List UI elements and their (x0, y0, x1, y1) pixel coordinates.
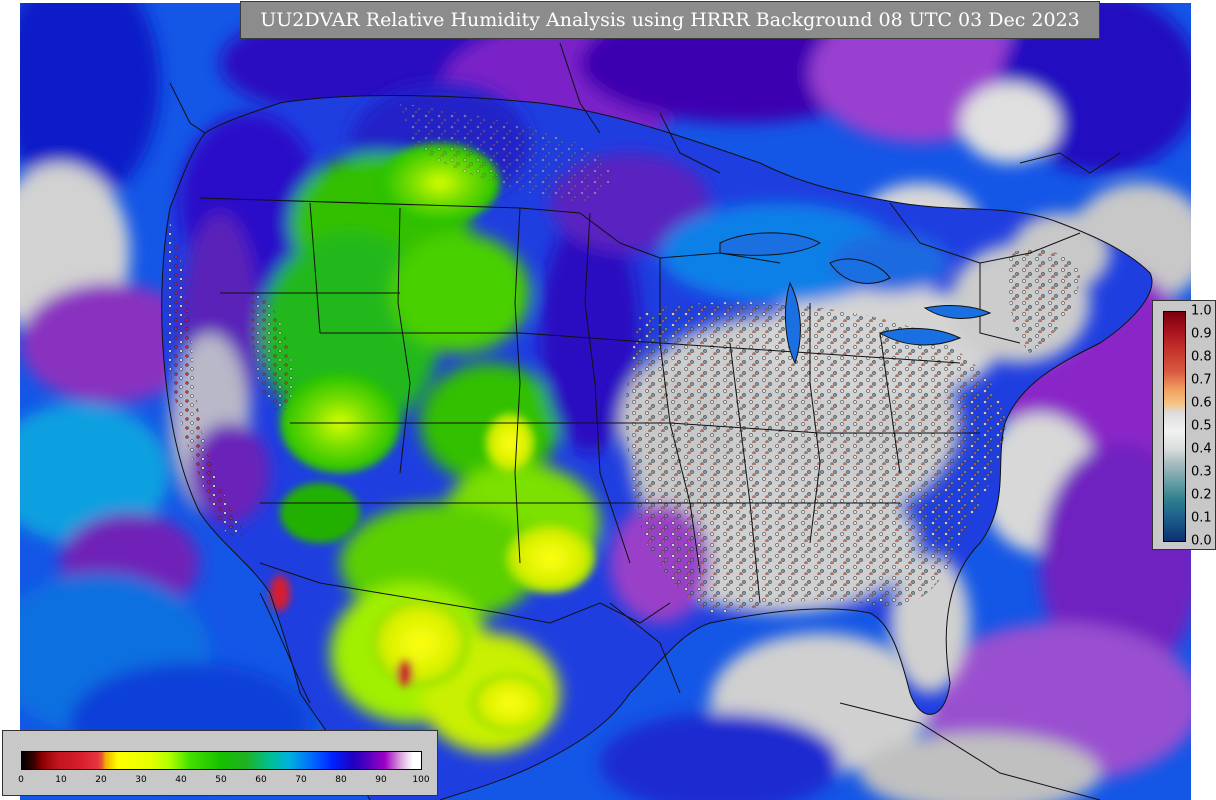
obs-tick-label: 0.8 (1191, 349, 1212, 365)
obs-tick-label: 0.4 (1191, 441, 1212, 457)
rh-tick-label: 70 (295, 775, 307, 785)
rh-tick-label: 80 (335, 775, 347, 785)
map-panel[interactable] (20, 3, 1191, 800)
obs-tick-label: 0.9 (1191, 326, 1212, 342)
rh-tick-label: 60 (255, 775, 267, 785)
obs-tick-label: 0.6 (1191, 395, 1212, 411)
obs-tick-label: 0.3 (1191, 464, 1212, 480)
rh-color-scale (21, 751, 422, 770)
obs-tick-label: 0.0 (1191, 533, 1212, 549)
rh-tick-label: 20 (95, 775, 107, 785)
rh-tick-label: 50 (215, 775, 227, 785)
rh-tick-label: 40 (175, 775, 187, 785)
obs-tick-label: 1.0 (1191, 303, 1212, 319)
observation-color-scale (1163, 311, 1186, 542)
rh-tick-label: 10 (55, 775, 67, 785)
observation-colorbar: 1.0 0.9 0.8 0.7 0.6 0.5 0.4 0.3 0.2 0.1 … (1152, 300, 1216, 550)
obs-tick-label: 0.2 (1191, 487, 1212, 503)
rh-tick-label: 0 (18, 775, 24, 785)
rh-analysis-map (20, 3, 1191, 800)
rh-tick-label: 100 (412, 775, 430, 785)
obs-tick-label: 0.7 (1191, 372, 1212, 388)
map-title-bar: UU2DVAR Relative Humidity Analysis using… (240, 1, 1100, 39)
relative-humidity-colorbar: 0 10 20 30 40 50 60 70 80 90 100 (2, 730, 438, 796)
rh-tick-label: 30 (135, 775, 147, 785)
obs-tick-label: 0.1 (1191, 510, 1212, 526)
map-title: UU2DVAR Relative Humidity Analysis using… (260, 9, 1080, 31)
rh-tick-label: 90 (375, 775, 387, 785)
obs-tick-label: 0.5 (1191, 418, 1212, 434)
